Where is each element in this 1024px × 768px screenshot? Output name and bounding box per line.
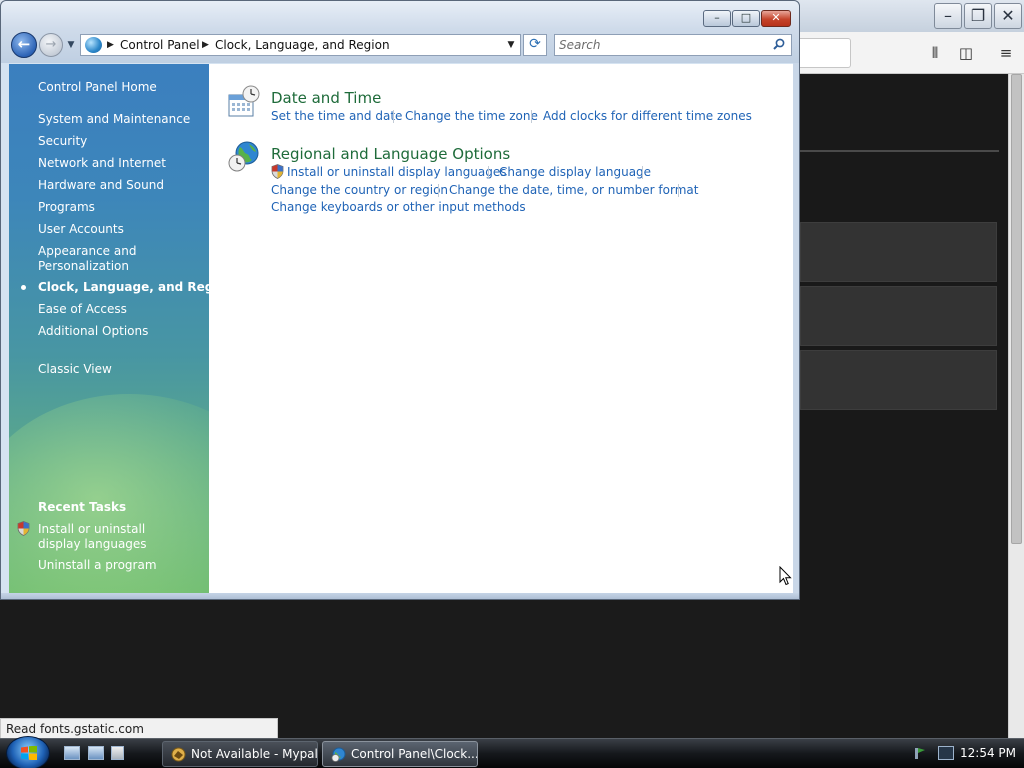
- breadcrumb-control-panel[interactable]: Control Panel: [120, 38, 200, 53]
- page-card[interactable]: [800, 222, 997, 282]
- sidebar-item-security[interactable]: Security: [38, 134, 87, 149]
- menu-icon[interactable]: ≡: [996, 44, 1016, 62]
- taskbar-item-control-panel[interactable]: Control Panel\Clock...: [322, 741, 478, 767]
- recent-tasks-heading: Recent Tasks: [38, 500, 127, 514]
- forward-button[interactable]: →: [39, 33, 63, 57]
- regional-language-title[interactable]: Regional and Language Options: [271, 145, 510, 163]
- mypal-app-icon: [171, 747, 186, 762]
- change-display-language-link[interactable]: Change display language: [499, 165, 651, 180]
- window-border: [793, 63, 799, 595]
- browser-scrollbar[interactable]: [1008, 74, 1024, 738]
- display-monitor-icon[interactable]: [938, 746, 954, 760]
- set-time-date-link[interactable]: Set the time and date: [271, 109, 402, 124]
- sidebar-item-clock-language-region[interactable]: Clock, Language, and Region: [38, 280, 209, 295]
- back-button[interactable]: ←: [11, 32, 37, 58]
- calculator-icon[interactable]: [111, 746, 124, 760]
- browser-url-bar[interactable]: [800, 38, 851, 68]
- browser-minimize-button[interactable]: –: [934, 3, 962, 29]
- control-panel-home-link[interactable]: Control Panel Home: [38, 80, 157, 95]
- address-bar[interactable]: ▶ Control Panel ▶ Clock, Language, and R…: [80, 34, 521, 56]
- page-card[interactable]: [800, 286, 997, 346]
- change-date-time-number-format-link[interactable]: Change the date, time, or number format: [449, 183, 698, 198]
- scrollbar-thumb[interactable]: [1011, 74, 1022, 544]
- start-button[interactable]: [6, 736, 50, 768]
- browser-close-button[interactable]: ✕: [994, 3, 1022, 29]
- task-pane: Control Panel Home System and Maintenanc…: [9, 64, 209, 593]
- selected-bullet-icon: [21, 285, 26, 290]
- link-separator: [642, 166, 643, 179]
- sidebar-item-system-maintenance[interactable]: System and Maintenance: [38, 112, 190, 127]
- refresh-icon[interactable]: ⟳: [523, 34, 547, 56]
- sidebar-item-programs[interactable]: Programs: [38, 200, 95, 215]
- search-icon[interactable]: [773, 38, 785, 50]
- control-panel-app-icon: [331, 747, 346, 762]
- change-keyboards-link[interactable]: Change keyboards or other input methods: [271, 200, 526, 215]
- link-separator: [678, 184, 679, 197]
- browser-status-bar: Read fonts.gstatic.com: [0, 718, 278, 740]
- taskbar-item-mypal[interactable]: Not Available - Mypal: [162, 741, 318, 767]
- breadcrumb-chevron-icon[interactable]: ▶: [107, 38, 114, 52]
- window-border: [1, 593, 799, 599]
- network-status-icon[interactable]: [913, 745, 927, 761]
- windows-logo-icon: [21, 746, 37, 760]
- address-dropdown-icon[interactable]: ▼: [505, 38, 517, 52]
- taskbar: Not Available - Mypal Control Panel\Cloc…: [0, 736, 1024, 768]
- uac-shield-icon: [17, 521, 30, 536]
- link-separator: [438, 184, 439, 197]
- sidebar-item-network-internet[interactable]: Network and Internet: [38, 156, 166, 171]
- add-clocks-link[interactable]: Add clocks for different time zones: [543, 109, 752, 124]
- link-separator: [531, 110, 532, 123]
- maximize-button[interactable]: □: [732, 10, 760, 27]
- control-panel-icon: [85, 37, 102, 53]
- link-separator: [488, 166, 489, 179]
- page-divider: [800, 150, 999, 152]
- recent-task-uninstall-program[interactable]: Uninstall a program: [38, 558, 157, 573]
- link-separator: [393, 110, 394, 123]
- switch-windows-icon[interactable]: [88, 746, 104, 760]
- browser-restore-button[interactable]: ❐: [964, 3, 992, 29]
- date-time-title[interactable]: Date and Time: [271, 89, 381, 107]
- sidebar-item-additional-options[interactable]: Additional Options: [38, 324, 148, 339]
- page-card[interactable]: [800, 350, 997, 410]
- recent-task-install-languages[interactable]: Install or uninstall display languages: [38, 522, 188, 552]
- uac-shield-icon: [271, 164, 284, 179]
- search-box[interactable]: [554, 34, 792, 56]
- classic-view-link[interactable]: Classic View: [38, 362, 112, 377]
- change-country-region-link[interactable]: Change the country or region: [271, 183, 448, 198]
- sidebar-item-appearance-personalization[interactable]: Appearance and Personalization: [38, 244, 148, 274]
- control-panel-window: – □ ✕ ← → ▼ ▶ Control Panel ▶ Clock, Lan…: [0, 0, 800, 600]
- sidebar-item-ease-of-access[interactable]: Ease of Access: [38, 302, 127, 317]
- recent-pages-dropdown-icon[interactable]: ▼: [65, 39, 77, 51]
- install-display-languages-link[interactable]: Install or uninstall display languages: [287, 165, 507, 180]
- taskbar-item-label: Not Available - Mypal: [191, 747, 318, 761]
- sidebar-item-hardware-sound[interactable]: Hardware and Sound: [38, 178, 164, 193]
- breadcrumb-chevron-icon[interactable]: ▶: [202, 38, 209, 52]
- calendar-clock-icon[interactable]: [227, 85, 261, 119]
- taskbar-item-label: Control Panel\Clock...: [351, 747, 478, 761]
- main-content: Date and Time Set the time and date Chan…: [209, 64, 793, 593]
- library-icon[interactable]: ⫴: [925, 44, 945, 62]
- search-input[interactable]: [559, 37, 764, 53]
- breadcrumb-clock-language-region[interactable]: Clock, Language, and Region: [215, 38, 390, 53]
- close-button[interactable]: ✕: [761, 10, 791, 27]
- taskbar-clock[interactable]: 12:54 PM: [960, 745, 1016, 761]
- sidebar-toggle-icon[interactable]: ◫: [956, 44, 976, 62]
- globe-clock-icon[interactable]: [227, 140, 261, 174]
- change-time-zone-link[interactable]: Change the time zone: [405, 109, 538, 124]
- show-desktop-icon[interactable]: [64, 746, 80, 760]
- mouse-cursor-icon: [779, 566, 792, 586]
- sidebar-item-user-accounts[interactable]: User Accounts: [38, 222, 124, 237]
- minimize-button[interactable]: –: [703, 10, 731, 27]
